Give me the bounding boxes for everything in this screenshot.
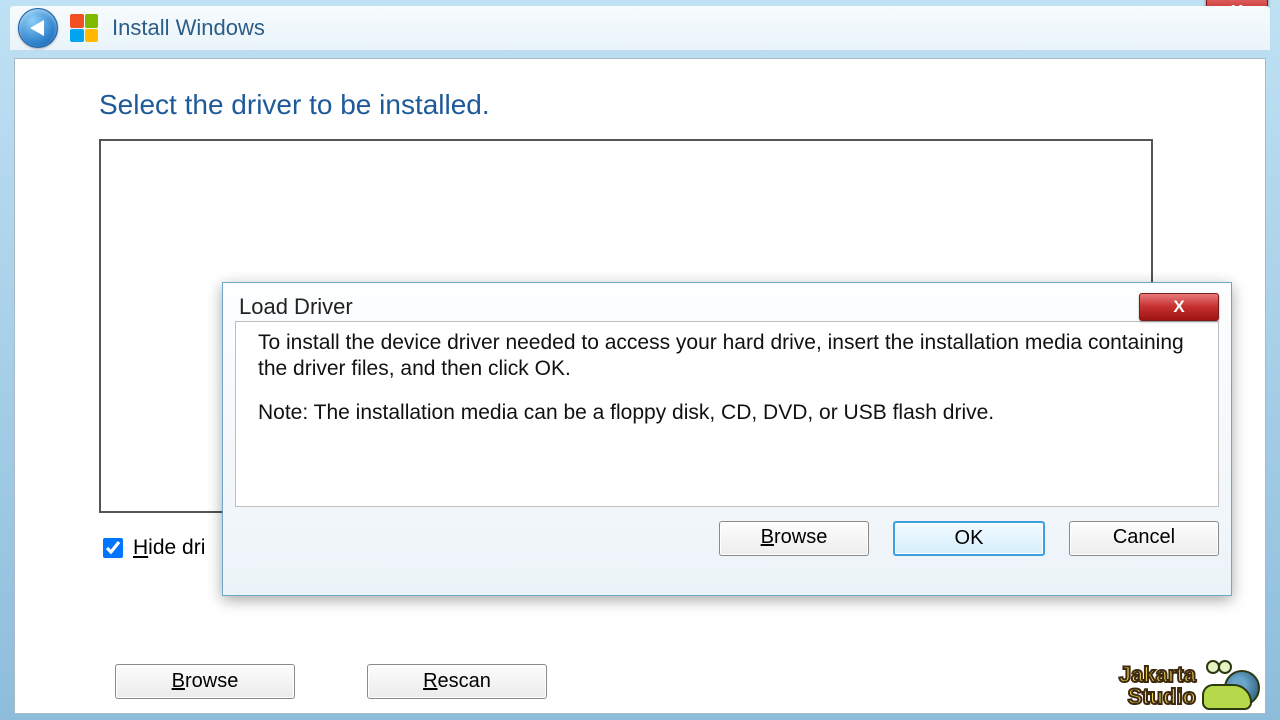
page-heading: Select the driver to be installed.: [99, 89, 1181, 121]
arrow-left-icon: [30, 20, 44, 36]
watermark-line2: Studio: [1119, 686, 1196, 708]
windows-logo-icon: [70, 14, 98, 42]
title-bar: Install Windows: [10, 6, 1270, 50]
dialog-message-1: To install the device driver needed to a…: [258, 330, 1196, 382]
dialog-browse-button[interactable]: Browse: [719, 521, 869, 556]
dialog-cancel-button[interactable]: Cancel: [1069, 521, 1219, 556]
dialog-message-2: Note: The installation media can be a fl…: [258, 400, 1196, 426]
back-button[interactable]: [18, 8, 58, 48]
dialog-title: Load Driver: [235, 293, 353, 320]
watermark-line1: Jakarta: [1119, 664, 1196, 686]
hide-drivers-checkbox[interactable]: [103, 538, 123, 558]
dialog-ok-button[interactable]: OK: [893, 521, 1045, 556]
hide-drivers-label: Hide dri: [133, 536, 205, 560]
snail-icon: [1202, 662, 1260, 710]
dialog-close-button[interactable]: X: [1139, 293, 1219, 321]
dialog-body: To install the device driver needed to a…: [235, 321, 1219, 507]
rescan-button[interactable]: Rescan: [367, 664, 547, 699]
browse-button[interactable]: Browse: [115, 664, 295, 699]
window-title: Install Windows: [112, 15, 265, 41]
close-icon: X: [1173, 297, 1184, 317]
watermark: Jakarta Studio: [1119, 662, 1260, 710]
load-driver-dialog: Load Driver X To install the device driv…: [222, 282, 1232, 596]
